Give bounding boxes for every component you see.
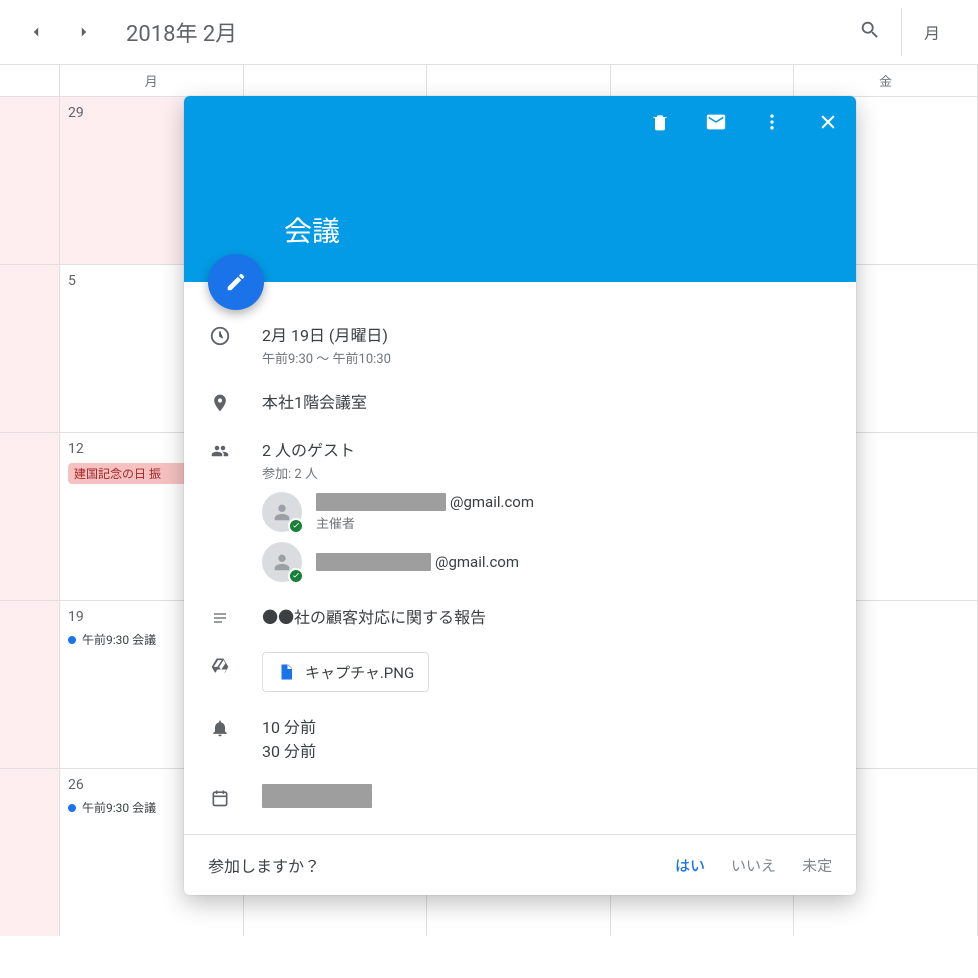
calendar-cell[interactable] bbox=[0, 769, 60, 936]
clock-icon bbox=[208, 324, 232, 348]
day-header bbox=[0, 65, 60, 96]
event-description-row: ●●社の顧客対応に関する報告 bbox=[208, 604, 832, 630]
rsvp-maybe-button[interactable]: 未定 bbox=[802, 855, 832, 876]
event-datetime-row: 2月 19日 (月曜日) 午前9:30 ～ 午前10:30 bbox=[208, 322, 832, 367]
guest-item: @gmail.com 主催者 bbox=[262, 492, 832, 532]
event-guests-row: 2 人のゲスト 参加: 2 人 @gmail.co bbox=[208, 437, 832, 582]
popup-footer: 参加しますか？ はい いいえ 未定 bbox=[184, 834, 856, 895]
reminder-item: 10 分前 bbox=[262, 714, 832, 738]
description-icon bbox=[208, 606, 232, 630]
popup-body: 2月 19日 (月曜日) 午前9:30 ～ 午前10:30 本社1階会議室 2 … bbox=[184, 282, 856, 834]
rsvp-question: 参加しますか？ bbox=[208, 853, 320, 877]
guest-role: 主催者 bbox=[316, 513, 534, 532]
drive-icon bbox=[208, 654, 232, 678]
calendar-cell[interactable] bbox=[0, 601, 60, 768]
event-dot-icon bbox=[68, 804, 76, 812]
day-header bbox=[244, 65, 428, 96]
delete-icon[interactable] bbox=[646, 108, 674, 136]
calendar-header-row: 月金 bbox=[0, 65, 978, 96]
day-header bbox=[427, 65, 611, 96]
event-dot-icon bbox=[68, 636, 76, 644]
guest-avatar bbox=[262, 492, 302, 532]
redacted-text bbox=[316, 493, 446, 511]
popup-header: 会議 bbox=[184, 96, 856, 282]
edit-button[interactable] bbox=[208, 254, 264, 310]
calendar-cell[interactable] bbox=[0, 97, 60, 264]
guest-email: @gmail.com bbox=[316, 553, 519, 571]
event-title: 会議 bbox=[284, 210, 340, 250]
calendar-icon bbox=[208, 786, 232, 810]
event-time: 午前9:30 ～ 午前10:30 bbox=[262, 348, 832, 367]
topbar: 2018年 2月 月 bbox=[0, 0, 978, 64]
close-icon[interactable] bbox=[814, 108, 842, 136]
calendar-cell[interactable] bbox=[0, 433, 60, 600]
redacted-text bbox=[262, 784, 372, 808]
file-icon bbox=[277, 661, 295, 683]
more-options-icon[interactable] bbox=[758, 108, 786, 136]
event-detail-popup: 会議 2月 19日 (月曜日) 午前9:30 ～ 午前10:30 本社1階会議室 bbox=[184, 96, 856, 895]
event-description: ●●社の顧客対応に関する報告 bbox=[262, 604, 832, 628]
event-location: 本社1階会議室 bbox=[262, 389, 832, 413]
day-header: 月 bbox=[60, 65, 244, 96]
event-date: 2月 19日 (月曜日) bbox=[262, 322, 832, 346]
guest-item: @gmail.com bbox=[262, 542, 832, 582]
check-icon bbox=[288, 518, 304, 534]
event-attachment-row: キャプチャ.PNG bbox=[208, 652, 832, 692]
redacted-text bbox=[316, 553, 431, 571]
calendar-cell[interactable] bbox=[0, 265, 60, 432]
guest-email: @gmail.com bbox=[316, 493, 534, 511]
view-selector[interactable]: 月 bbox=[901, 8, 958, 56]
day-header bbox=[611, 65, 795, 96]
guests-attending: 参加: 2 人 bbox=[262, 463, 832, 482]
attachment-chip[interactable]: キャプチャ.PNG bbox=[262, 652, 429, 692]
guests-icon bbox=[208, 439, 232, 463]
check-icon bbox=[288, 568, 304, 584]
event-chip-label: 午前9:30 会議 bbox=[82, 799, 156, 816]
current-month-label: 2018年 2月 bbox=[126, 16, 237, 48]
attachment-name: キャプチャ.PNG bbox=[305, 662, 414, 683]
event-reminders-row: 10 分前 30 分前 bbox=[208, 714, 832, 762]
next-month-button[interactable] bbox=[68, 16, 100, 48]
event-location-row: 本社1階会議室 bbox=[208, 389, 832, 415]
location-icon bbox=[208, 391, 232, 415]
search-icon[interactable] bbox=[859, 19, 881, 46]
day-header: 金 bbox=[794, 65, 978, 96]
event-chip-label: 午前9:30 会議 bbox=[82, 631, 156, 648]
rsvp-no-button[interactable]: いいえ bbox=[731, 855, 776, 876]
email-icon[interactable] bbox=[702, 108, 730, 136]
event-calendar-row bbox=[208, 784, 832, 812]
guest-avatar bbox=[262, 542, 302, 582]
reminder-item: 30 分前 bbox=[262, 738, 832, 762]
bell-icon bbox=[208, 716, 232, 740]
prev-month-button[interactable] bbox=[20, 16, 52, 48]
rsvp-yes-button[interactable]: はい bbox=[675, 855, 705, 876]
guests-count: 2 人のゲスト bbox=[262, 437, 832, 461]
